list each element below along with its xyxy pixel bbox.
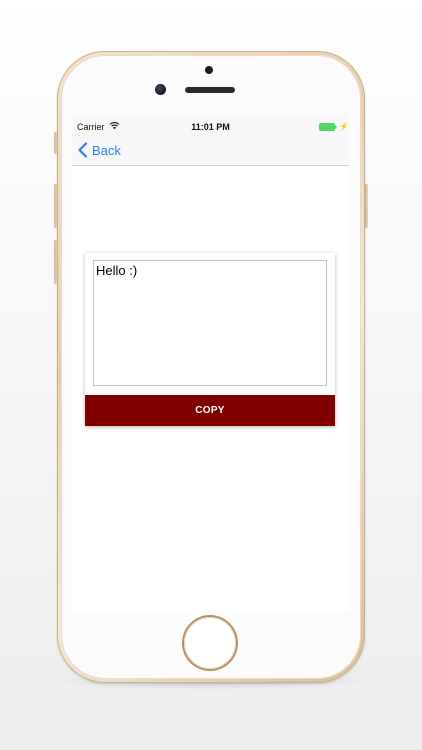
chevron-left-icon <box>78 142 88 158</box>
front-camera <box>155 84 166 95</box>
status-bar: Carrier 11:01 PM ⚡ <box>72 114 349 136</box>
back-button[interactable]: Back <box>77 140 121 160</box>
editor-card: Hello :) COPY <box>85 253 335 426</box>
battery-charging-icon <box>319 123 337 131</box>
copy-button[interactable]: COPY <box>85 395 335 426</box>
home-button[interactable] <box>184 617 236 669</box>
back-label: Back <box>92 142 121 158</box>
charging-bolt-icon: ⚡ <box>339 122 349 131</box>
screen: Carrier 11:01 PM ⚡ Back Hello :) COPY <box>72 114 349 611</box>
power-button <box>365 184 368 228</box>
earpiece-speaker <box>185 87 235 93</box>
content-area: Hello :) COPY <box>72 167 349 611</box>
navigation-bar: Back <box>72 136 349 166</box>
proximity-sensor <box>205 66 213 74</box>
clock: 11:01 PM <box>191 122 230 132</box>
text-input[interactable]: Hello :) <box>93 260 327 386</box>
